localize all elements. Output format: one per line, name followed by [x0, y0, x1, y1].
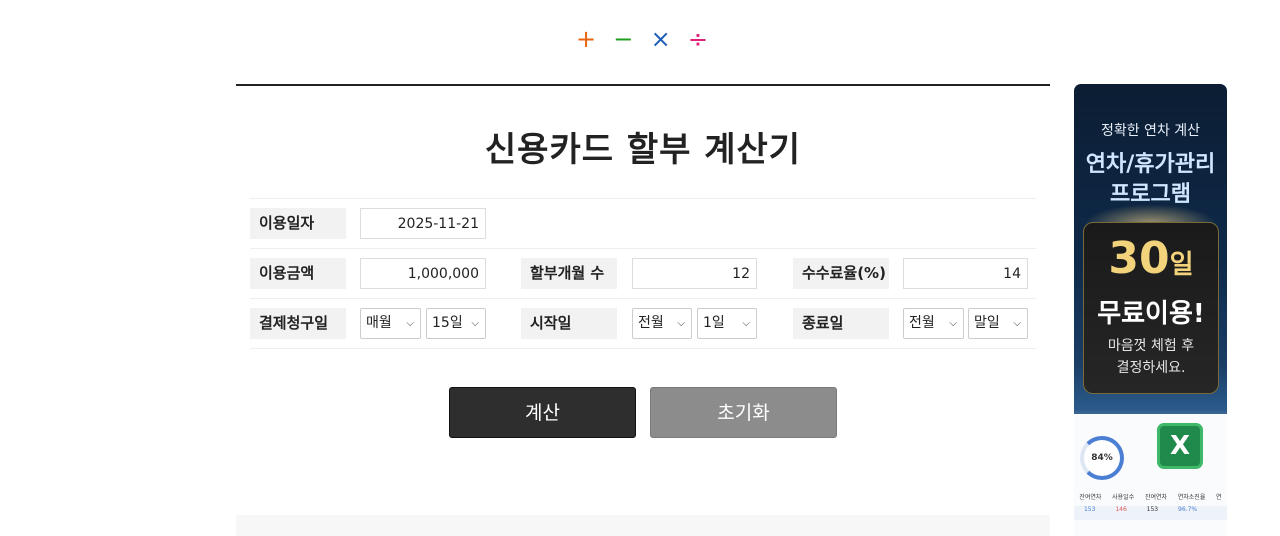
ad-number: 30 — [1108, 233, 1170, 284]
ad-free-text: 무료이용! — [1097, 299, 1205, 329]
ad-td: 96.7% — [1178, 506, 1198, 513]
billing-day-label: 결제청구일 — [250, 308, 346, 339]
calculator-form: 이용일자 이용금액 할부개월 수 수수료율(%) 결제청구일 매월 ⌵ 15일 … — [250, 198, 1036, 349]
site-logo[interactable]: + − × ÷ — [572, 24, 712, 54]
start-day-label: 시작일 — [521, 308, 617, 339]
page-title: 신용카드 할부 계산기 — [484, 130, 802, 170]
form-row-amount: 이용금액 할부개월 수 수수료율(%) — [250, 248, 1036, 298]
start-day-value: 1일 — [703, 315, 725, 331]
ad-table-header: 잔여연차 사용일수 잔여연차 연차소진율 연 — [1074, 492, 1227, 506]
amount-input[interactable] — [360, 258, 486, 289]
ad-note-2: 결정하세요. — [1116, 360, 1186, 376]
use-date-input[interactable] — [360, 208, 486, 239]
billing-period-value: 매월 — [366, 315, 392, 331]
ad-td: 153 — [1146, 506, 1159, 513]
ad-table-values: 153 146 153 96.7% — [1074, 506, 1227, 520]
use-date-label: 이용일자 — [250, 208, 346, 239]
ad-td: 153 — [1083, 506, 1096, 513]
minus-icon: − — [613, 25, 634, 53]
result-area — [236, 515, 1050, 536]
form-row-date: 이용일자 — [250, 198, 1036, 248]
billing-day-value: 15일 — [432, 315, 463, 331]
ad-headline-1: 연차/휴가관리 — [1085, 152, 1216, 177]
end-day-label: 종료일 — [793, 308, 889, 339]
months-input[interactable] — [632, 258, 757, 289]
billing-day-select[interactable]: 15일 ⌵ — [426, 308, 486, 339]
ad-offer-card: 30일 무료이용! 마음껏 체험 후 결정하세요. — [1083, 222, 1219, 394]
ad-th: 연차소진율 — [1177, 494, 1206, 501]
ad-unit: 일 — [1169, 250, 1194, 280]
ad-note-1: 마음껏 체험 후 — [1107, 338, 1195, 354]
months-label: 할부개월 수 — [521, 258, 617, 289]
end-period-select[interactable]: 전월 ⌵ — [903, 308, 964, 339]
calculator-panel: 신용카드 할부 계산기 이용일자 이용금액 할부개월 수 수수료율(%) 결제청… — [236, 84, 1050, 517]
fee-rate-label: 수수료율(%) — [793, 258, 889, 289]
ad-td: 146 — [1115, 506, 1127, 513]
chevron-down-icon: ⌵ — [742, 318, 750, 329]
ad-th: 사용일수 — [1112, 494, 1135, 501]
start-period-value: 전월 — [638, 315, 664, 331]
ad-preview-image: 84% X 잔여연차 사용일수 잔여연차 연차소진율 연 153 146 153… — [1074, 414, 1227, 536]
excel-icon: X — [1160, 426, 1200, 466]
amount-label: 이용금액 — [250, 258, 346, 289]
fee-rate-input[interactable] — [903, 258, 1028, 289]
ad-big-number: 30일 — [1084, 233, 1218, 284]
form-row-billing: 결제청구일 매월 ⌵ 15일 ⌵ 시작일 전월 ⌵ 1일 ⌵ 종료일 전월 ⌵ — [250, 298, 1036, 349]
start-period-select[interactable]: 전월 ⌵ — [632, 308, 692, 339]
chevron-down-icon: ⌵ — [471, 318, 479, 329]
divide-icon: ÷ — [687, 25, 709, 53]
end-period-value: 전월 — [909, 315, 935, 331]
multiply-icon: × — [650, 25, 671, 53]
ad-th: 잔여연차 — [1079, 494, 1102, 501]
billing-period-select[interactable]: 매월 ⌵ — [360, 308, 421, 339]
chevron-down-icon: ⌵ — [677, 318, 685, 329]
ad-th: 연 — [1216, 494, 1222, 501]
start-day-select[interactable]: 1일 ⌵ — [697, 308, 757, 339]
ad-th: 잔여연차 — [1144, 494, 1168, 501]
chevron-down-icon: ⌵ — [949, 318, 957, 329]
plus-icon: + — [575, 25, 597, 53]
calculate-button[interactable]: 계산 — [449, 387, 636, 438]
ad-banner[interactable]: 정확한 연차 계산 연차/휴가관리 프로그램 30일 무료이용! 마음껏 체험 … — [1074, 84, 1227, 536]
reset-button[interactable]: 초기화 — [650, 387, 837, 438]
chevron-down-icon: ⌵ — [406, 318, 414, 329]
chevron-down-icon: ⌵ — [1013, 318, 1021, 329]
ad-ring-chart: 84% — [1080, 436, 1124, 480]
end-day-select[interactable]: 말일 ⌵ — [968, 308, 1028, 339]
end-day-value: 말일 — [974, 315, 1000, 331]
ad-subtitle: 정확한 연차 계산 — [1100, 123, 1201, 139]
ad-headline-2: 프로그램 — [1110, 182, 1191, 207]
